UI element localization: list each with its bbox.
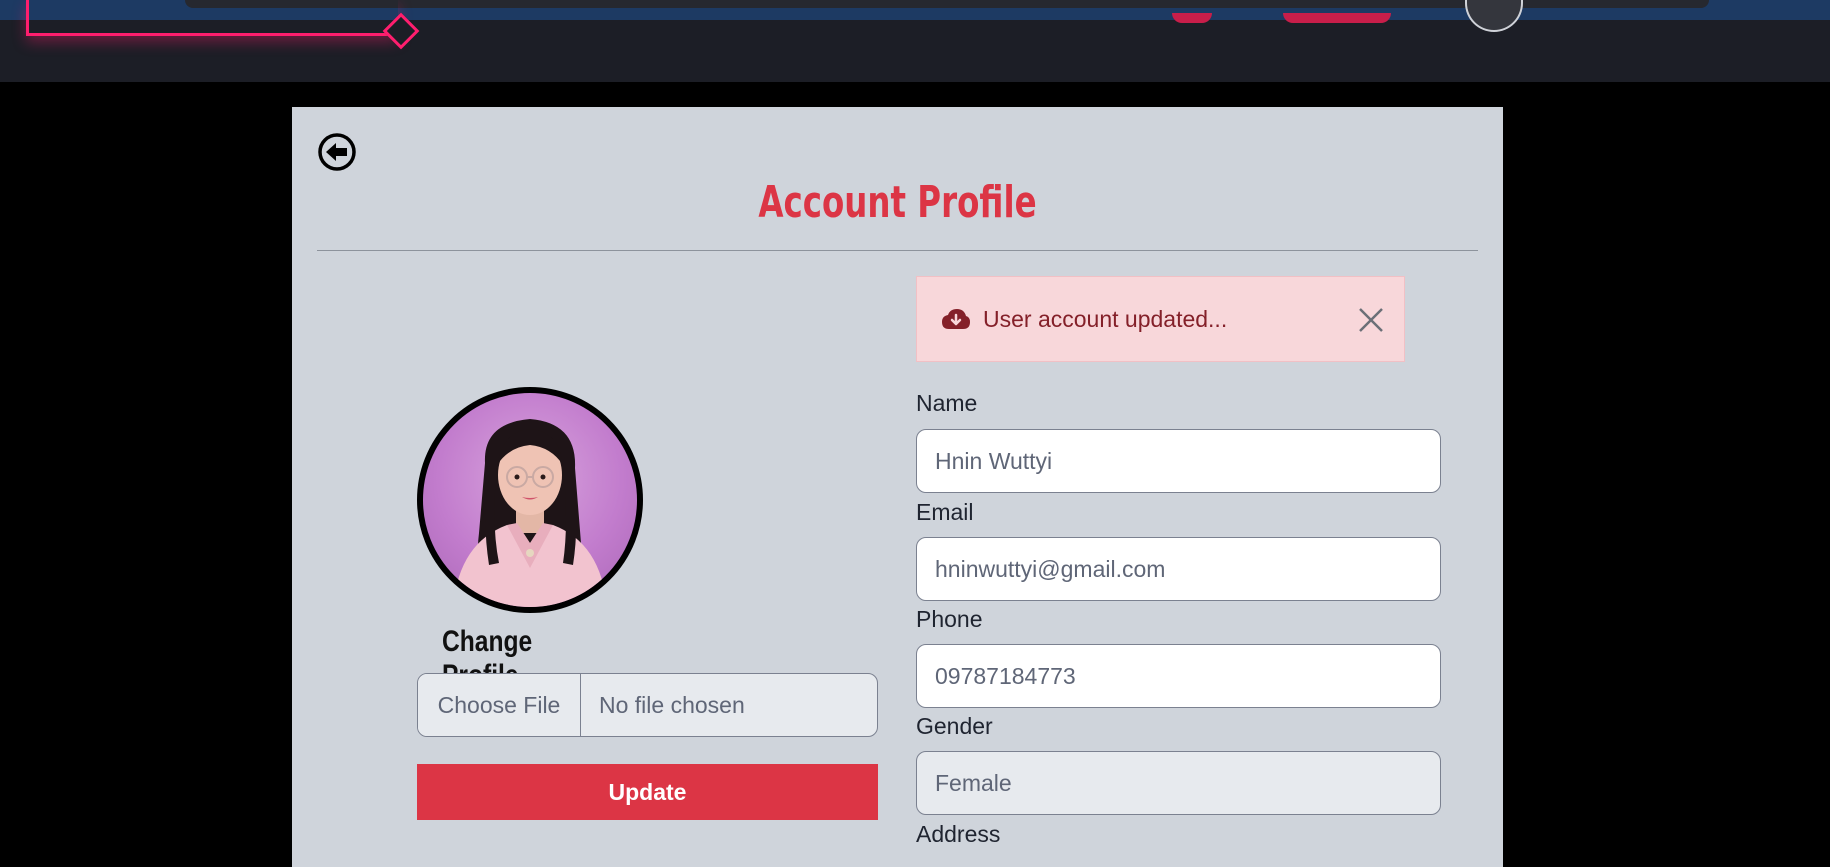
nav-user-avatar[interactable] bbox=[1465, 0, 1523, 32]
site-logo-frame[interactable] bbox=[26, 0, 398, 36]
name-field[interactable]: Hnin Wuttyi bbox=[916, 429, 1441, 493]
nav-action-button[interactable] bbox=[1283, 13, 1391, 23]
close-icon[interactable] bbox=[1356, 305, 1386, 335]
title-divider bbox=[317, 250, 1478, 251]
email-field[interactable]: hninwuttyi@gmail.com bbox=[916, 537, 1441, 601]
back-arrow-icon[interactable] bbox=[317, 132, 357, 172]
top-navbar bbox=[0, 0, 1830, 82]
file-status-text: No file chosen bbox=[599, 691, 745, 718]
alert-message: User account updated... bbox=[983, 305, 1228, 332]
phone-label: Phone bbox=[916, 606, 983, 632]
profile-file-input[interactable]: Choose File No file chosen bbox=[417, 673, 878, 737]
page-title: Account Profile bbox=[758, 177, 1037, 228]
email-label: Email bbox=[916, 499, 974, 525]
name-label: Name bbox=[916, 390, 978, 416]
cloud-download-icon bbox=[942, 309, 970, 329]
choose-file-button[interactable]: Choose File bbox=[418, 674, 581, 736]
gender-label: Gender bbox=[916, 713, 993, 739]
success-alert: User account updated... bbox=[916, 276, 1405, 362]
update-button[interactable]: Update bbox=[417, 764, 878, 820]
account-profile-card: Account Profile Change Choose File No fi… bbox=[292, 107, 1503, 867]
profile-avatar bbox=[417, 387, 643, 613]
address-label: Address bbox=[916, 821, 1001, 847]
phone-field[interactable]: 09787184773 bbox=[916, 644, 1441, 708]
gender-field[interactable]: Female bbox=[916, 751, 1441, 815]
nav-badge-button[interactable] bbox=[1172, 13, 1212, 23]
